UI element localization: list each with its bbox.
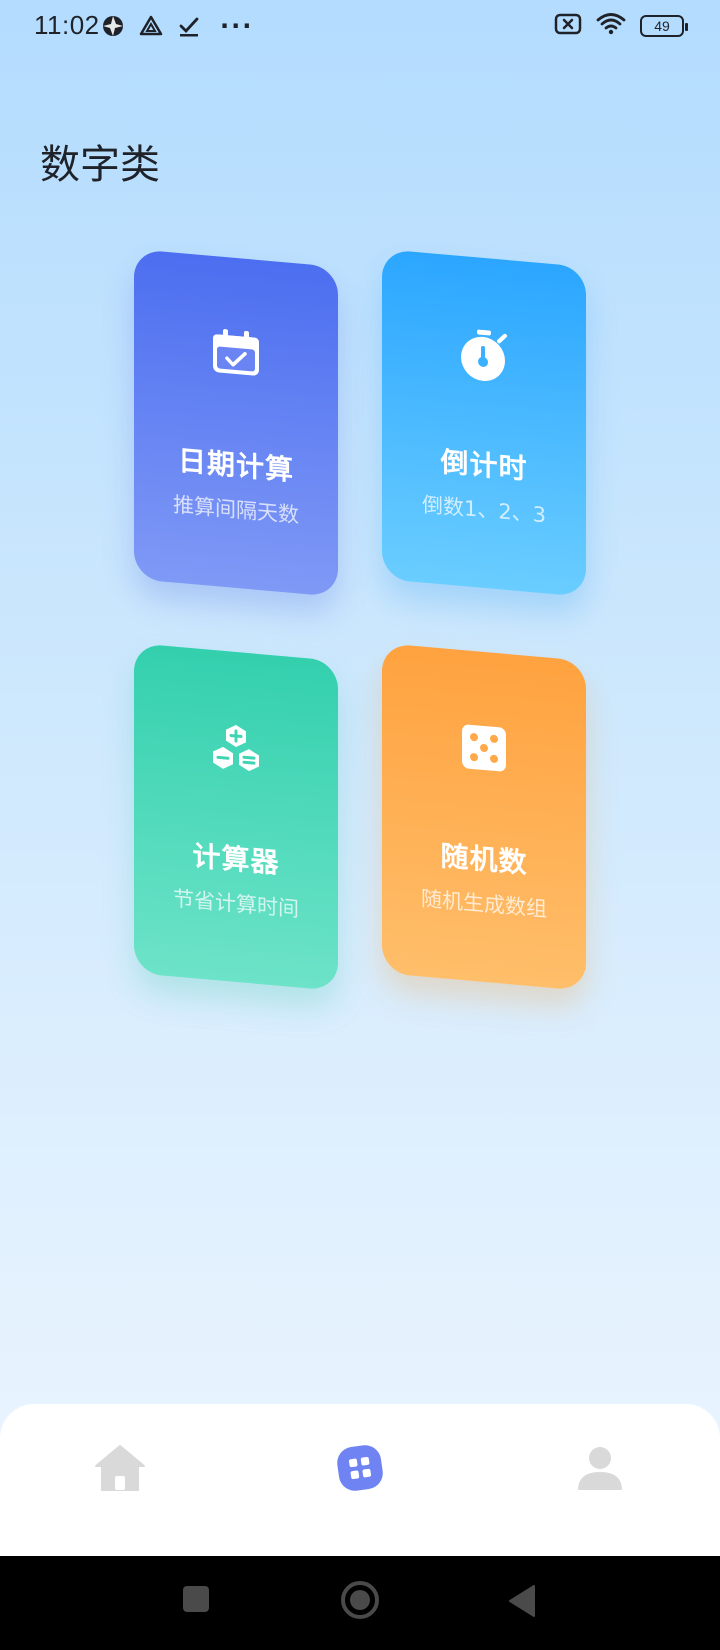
page-title: 数字类 [40,142,160,188]
card-title: 日期计算 [177,443,294,488]
sim-off-icon [554,12,582,40]
status-bar: 11:02 ··· 49 [0,0,720,52]
card-subtitle: 倒数1、2、3 [421,492,547,528]
card-title: 倒计时 [440,445,528,486]
card-subtitle: 推算间隔天数 [173,492,299,528]
more-notifications: ··· [220,12,254,40]
grid-icon [334,1442,386,1498]
card-subtitle: 随机生成数组 [421,886,547,922]
dice-icon [460,722,508,778]
card-subtitle: 节省计算时间 [173,886,299,922]
calendar-icon [211,328,261,382]
checkmark-icon [176,13,202,39]
user-icon [576,1444,624,1496]
calculator-icon [209,722,263,781]
back-icon[interactable] [506,1584,536,1622]
card-title: 计算器 [192,839,280,880]
card-title: 随机数 [440,839,528,880]
random-number-card[interactable]: 随机数 随机生成数组 [382,643,586,991]
home-circle-icon[interactable] [340,1580,380,1624]
bottom-navigation [0,1404,720,1556]
status-right-icons: 49 [554,12,688,40]
battery-level: 49 [654,18,670,34]
nav-home-button[interactable] [92,1442,148,1498]
drive-icon [138,13,164,39]
nav-tools-button[interactable] [332,1442,388,1498]
aperture-icon [100,13,126,39]
system-navigation-bar [0,1556,720,1650]
countdown-card[interactable]: 倒计时 倒数1、2、3 [382,249,586,597]
nav-profile-button[interactable] [572,1442,628,1498]
date-calculator-card[interactable]: 日期计算 推算间隔天数 [134,249,338,597]
home-icon [94,1444,146,1496]
status-time: 11:02 [34,10,100,40]
calculator-card[interactable]: 计算器 节省计算时间 [134,643,338,991]
stopwatch-icon [459,328,509,388]
battery-icon: 49 [640,15,688,37]
wifi-icon [596,12,626,40]
status-left-icons: ··· [100,12,253,40]
recent-apps-icon[interactable] [181,1584,211,1618]
